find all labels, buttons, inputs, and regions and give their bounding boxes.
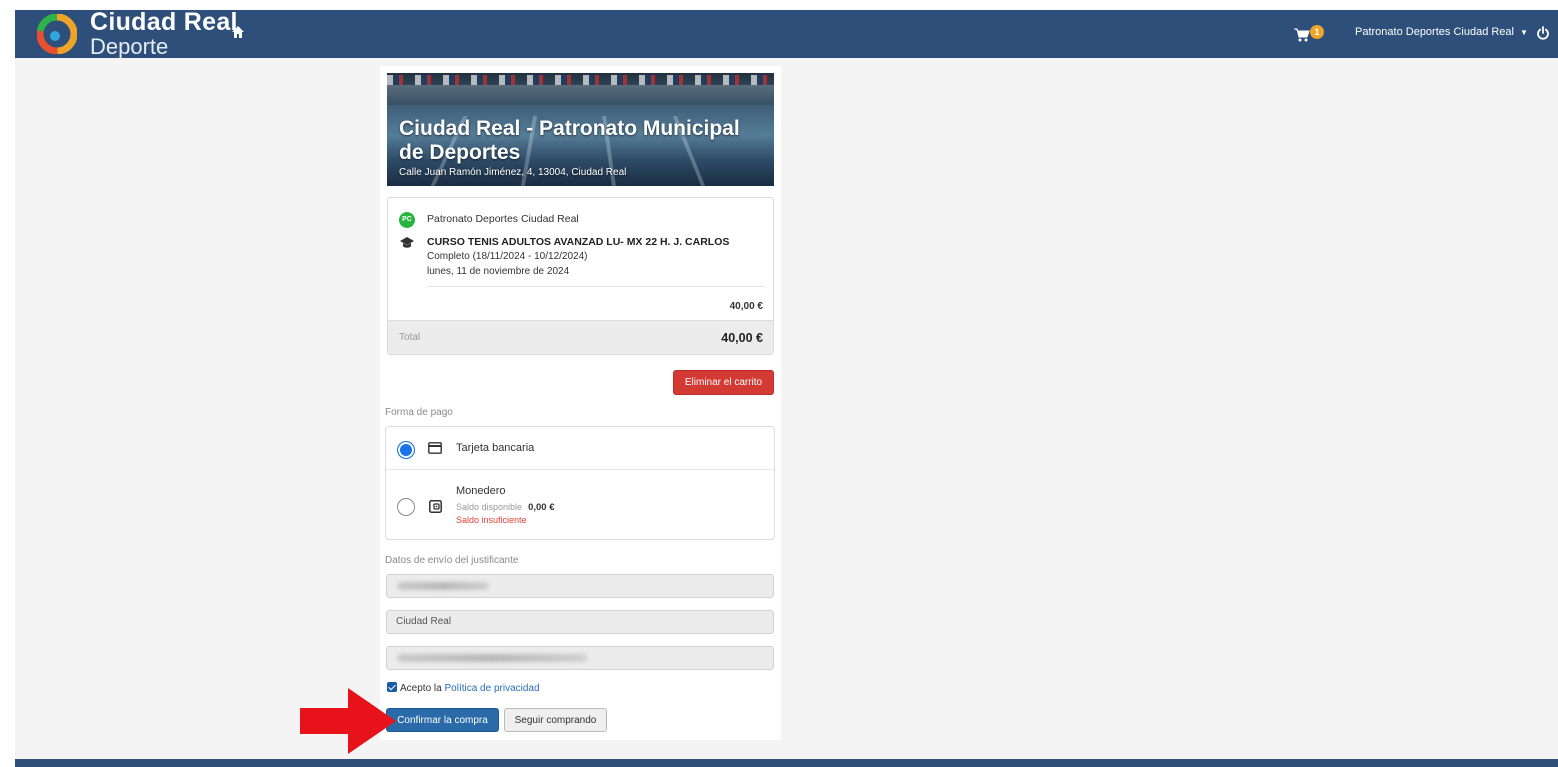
- card-option-label: Tarjeta bancaria: [456, 442, 535, 454]
- course-period: Completo (18/11/2024 - 10/12/2024): [427, 251, 588, 262]
- total-value: 40,00 €: [721, 331, 763, 345]
- shipping-field-email[interactable]: [386, 574, 774, 598]
- privacy-policy-link[interactable]: Política de privacidad: [444, 683, 539, 694]
- brand-logo-icon[interactable]: [37, 14, 77, 54]
- delete-cart-button[interactable]: Eliminar el carrito: [673, 370, 774, 395]
- redacted-text: [397, 654, 587, 662]
- divider: [427, 286, 765, 287]
- privacy-consent: Acepto la Política de privacidad: [387, 682, 540, 694]
- wallet-icon: [429, 500, 442, 513]
- venue-title: Ciudad Real - Patronato Municipal de Dep…: [399, 117, 740, 164]
- line-price: 40,00 €: [729, 301, 763, 312]
- confirm-purchase-button[interactable]: Confirmar la compra: [386, 708, 499, 732]
- shipping-field-address[interactable]: [386, 646, 774, 670]
- checkout-card: Ciudad Real - Patronato Municipal de Dep…: [380, 66, 781, 740]
- privacy-prefix: Acepto la: [400, 683, 442, 694]
- entity-name: Patronato Deportes Ciudad Real: [427, 213, 579, 225]
- brand-name[interactable]: Ciudad Real: [90, 8, 238, 37]
- top-navbar: Ciudad Real Deporte 1 Patronato Deportes…: [15, 8, 1558, 60]
- user-menu-dropdown[interactable]: Patronato Deportes Ciudad Real ▼: [1355, 26, 1528, 38]
- wallet-option-label: Monedero: [456, 485, 506, 497]
- payment-option-card[interactable]: Tarjeta bancaria: [386, 427, 774, 470]
- user-name: Patronato Deportes Ciudad Real: [1355, 26, 1514, 38]
- brand-subtitle[interactable]: Deporte: [90, 34, 168, 60]
- total-row: Total 40,00 €: [388, 320, 773, 354]
- wallet-balance: Saldo disponible 0,00 €: [456, 502, 554, 513]
- home-icon[interactable]: [231, 25, 245, 39]
- course-name: CURSO TENIS ADULTOS AVANZAD LU- MX 22 H.…: [427, 236, 730, 248]
- shipping-section-label: Datos de envío del justificante: [385, 555, 519, 566]
- caret-down-icon: ▼: [1519, 27, 1528, 37]
- red-arrow-annotation-icon: [300, 688, 396, 754]
- banner-ceiling: [387, 85, 774, 105]
- total-label: Total: [399, 332, 421, 343]
- credit-card-icon: [428, 442, 442, 454]
- banner-flags: [387, 75, 774, 85]
- balance-label: Saldo disponible: [456, 502, 523, 512]
- shipping-field-value: Ciudad Real: [396, 616, 452, 627]
- payment-options: Tarjeta bancaria Monedero Saldo disponib…: [385, 426, 775, 540]
- venue-address: Calle Juan Ramón Jiménez, 4, 13004, Ciud…: [399, 167, 627, 178]
- payment-section-label: Forma de pago: [385, 407, 453, 418]
- cart-count-badge[interactable]: 1: [1310, 25, 1324, 39]
- entity-avatar: PC: [399, 212, 415, 228]
- wallet-radio[interactable]: [397, 498, 415, 516]
- redacted-text: [397, 582, 489, 590]
- logout-power-icon[interactable]: [1536, 26, 1550, 40]
- order-summary: PC Patronato Deportes Ciudad Real CURSO …: [387, 197, 774, 355]
- shipping-field-city[interactable]: Ciudad Real: [386, 610, 774, 634]
- course-date: lunes, 11 de noviembre de 2024: [427, 266, 570, 277]
- footer-bar: [15, 759, 1558, 767]
- page-background: [15, 10, 1558, 767]
- payment-option-wallet[interactable]: Monedero Saldo disponible 0,00 € Saldo in…: [386, 471, 774, 540]
- balance-value: 0,00 €: [528, 502, 555, 513]
- venue-banner: Ciudad Real - Patronato Municipal de Dep…: [387, 73, 774, 186]
- graduation-cap-icon: [400, 237, 414, 248]
- continue-shopping-button[interactable]: Seguir comprando: [504, 708, 607, 732]
- card-radio[interactable]: [397, 441, 415, 459]
- insufficient-balance-warning: Saldo insuficiente: [456, 515, 527, 525]
